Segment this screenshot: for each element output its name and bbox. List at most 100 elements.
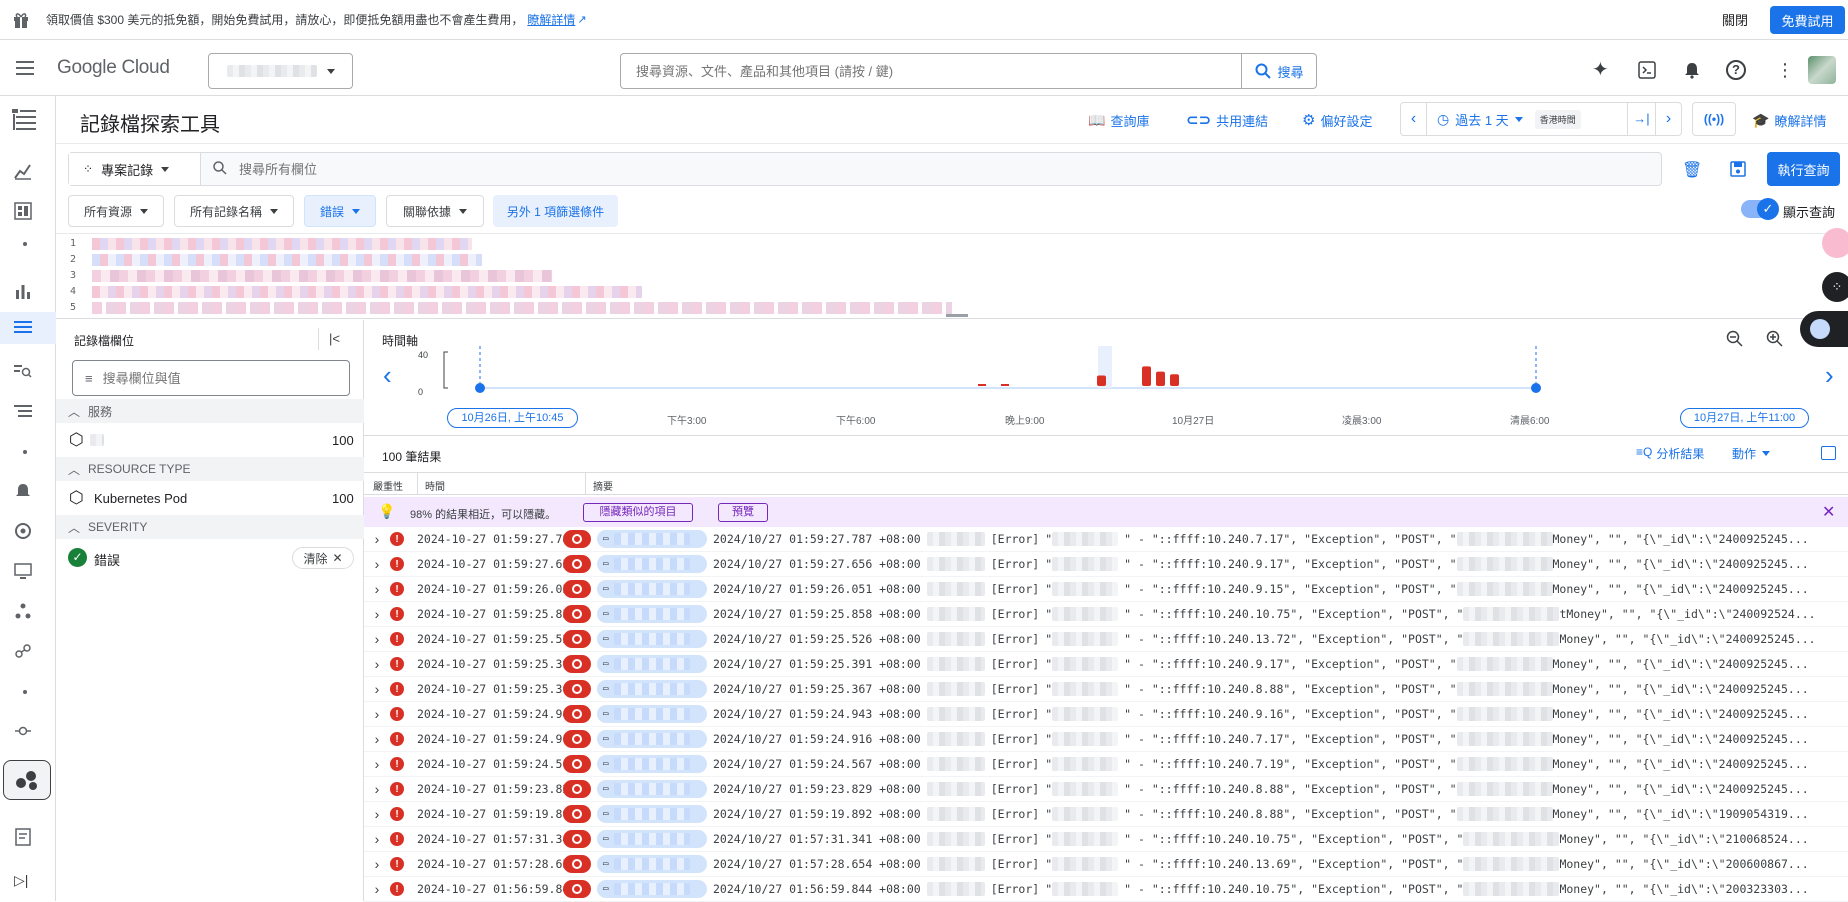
resource-chip[interactable]: ▭: [597, 705, 707, 723]
error-reporting-icon[interactable]: [563, 755, 591, 773]
range-handle[interactable]: [1531, 383, 1541, 393]
error-reporting-icon[interactable]: [563, 555, 591, 573]
expand-row-icon[interactable]: ›: [364, 681, 390, 697]
resource-chip[interactable]: ▭: [597, 880, 707, 898]
query-editor[interactable]: 12345: [56, 233, 1848, 319]
error-reporting-icon[interactable]: [563, 830, 591, 848]
expand-row-icon[interactable]: ›: [364, 731, 390, 747]
filter-severity[interactable]: 錯誤: [304, 195, 376, 227]
expand-row-icon[interactable]: ›: [364, 881, 390, 897]
histogram-bar[interactable]: [1142, 366, 1151, 386]
help-icon[interactable]: ?: [1726, 60, 1746, 80]
log-entry-row[interactable]: ›! 2024-10-27 01:59:27.787 ▭ 2024/10/27 01:…: [364, 527, 1848, 552]
banner-dismiss-button[interactable]: 關閉: [1722, 10, 1748, 29]
expand-row-icon[interactable]: ›: [364, 781, 390, 797]
bell-icon[interactable]: [14, 482, 34, 502]
column-time[interactable]: 時間: [425, 478, 445, 493]
log-entry-row[interactable]: ›! 2024-10-27 01:59:25.391 ▭ 2024/10/27 01:…: [364, 652, 1848, 677]
histogram-bar[interactable]: [1097, 375, 1106, 386]
log-entry-row[interactable]: ›! 2024-10-27 01:59:24.916 ▭ 2024/10/27 01:…: [364, 727, 1848, 752]
dashboard-icon[interactable]: [14, 202, 34, 222]
global-search-input[interactable]: [621, 54, 1241, 88]
resource-chip[interactable]: ▭: [597, 655, 707, 673]
field-search-input[interactable]: [239, 153, 1239, 185]
timeline-histogram[interactable]: [400, 346, 1820, 406]
gemini-icon[interactable]: ✦: [1592, 60, 1612, 80]
log-entry-row[interactable]: ›! 2024-10-27 01:59:25.858 ▭ 2024/10/27 01:…: [364, 602, 1848, 627]
field-value-severity[interactable]: ✓ 錯誤 清除 ✕: [56, 544, 364, 572]
expand-row-icon[interactable]: ›: [364, 581, 390, 597]
expand-row-icon[interactable]: ›: [364, 656, 390, 672]
error-reporting-icon[interactable]: [563, 630, 591, 648]
main-menu-icon[interactable]: [16, 58, 36, 78]
section-resource-type[interactable]: ︿ RESOURCE TYPE: [56, 457, 364, 481]
expand-row-icon[interactable]: ›: [364, 756, 390, 772]
expand-row-icon[interactable]: ›: [364, 606, 390, 622]
expand-row-icon[interactable]: ›: [364, 531, 390, 547]
query-library-button[interactable]: 📖 查詢庫: [1088, 108, 1149, 132]
error-reporting-icon[interactable]: [563, 605, 591, 623]
save-icon[interactable]: [1730, 161, 1746, 177]
log-entry-row[interactable]: ›! 2024-10-27 01:57:31.341 ▭ 2024/10/27 01:…: [364, 827, 1848, 852]
filter-more[interactable]: 另外 1 項篩選條件: [493, 195, 618, 227]
google-cloud-logo[interactable]: Google Cloud: [57, 57, 170, 79]
log-entry-row[interactable]: ›! 2024-10-27 01:59:27.656 ▭ 2024/10/27 01:…: [364, 552, 1848, 577]
chevron-left-icon[interactable]: ‹: [1401, 103, 1427, 135]
resource-chip[interactable]: ▭: [597, 805, 707, 823]
histogram-bar[interactable]: [1170, 374, 1179, 386]
more-vert-icon[interactable]: ⋮: [1776, 60, 1794, 80]
filter-correlate-by[interactable]: 關聯依據: [386, 195, 484, 227]
preview-button[interactable]: 預覽: [718, 503, 768, 522]
analyze-results-button[interactable]: ≡Q 分析結果: [1636, 445, 1704, 462]
range-handle[interactable]: [475, 383, 485, 393]
search-button[interactable]: 搜尋: [1241, 54, 1317, 88]
collapse-panel-icon[interactable]: |<: [318, 328, 340, 350]
pinned-product-icon[interactable]: [3, 760, 51, 800]
timeline-end-chip[interactable]: 10月27日, 上午11:00: [1680, 408, 1809, 428]
route-icon[interactable]: [14, 722, 34, 742]
section-service[interactable]: ︿ 服務: [56, 399, 364, 423]
error-reporting-icon[interactable]: [563, 880, 591, 898]
column-severity[interactable]: 嚴重性: [373, 478, 403, 493]
stream-logs-button[interactable]: ((•)): [1692, 102, 1736, 136]
metrics-icon[interactable]: [14, 162, 34, 182]
resource-chip[interactable]: ▭: [597, 830, 707, 848]
resource-chip[interactable]: ▭: [597, 630, 707, 648]
close-icon[interactable]: ✕: [1822, 502, 1835, 522]
timeline-next-icon[interactable]: ›: [1825, 362, 1834, 388]
learn-more-button[interactable]: 🎓 瞭解詳情: [1752, 108, 1826, 132]
expand-row-icon[interactable]: ›: [364, 631, 390, 647]
list-icon[interactable]: [14, 318, 34, 338]
log-entry-row[interactable]: ›! 2024-10-27 01:59:24.943 ▭ 2024/10/27 01:…: [364, 702, 1848, 727]
free-trial-button[interactable]: 免費試用: [1770, 6, 1845, 34]
timeline-prev-icon[interactable]: ‹: [383, 362, 392, 388]
error-reporting-icon[interactable]: [563, 730, 591, 748]
column-summary[interactable]: 摘要: [593, 478, 613, 493]
clear-severity-button[interactable]: 清除 ✕: [292, 547, 354, 569]
log-entry-row[interactable]: ›! 2024-10-27 01:57:28.654 ▭ 2024/10/27 01:…: [364, 852, 1848, 877]
show-query-toggle[interactable]: ✓: [1741, 198, 1779, 220]
project-picker[interactable]: [208, 53, 353, 89]
side-panel-avatar-icon[interactable]: [1822, 228, 1848, 258]
actions-menu[interactable]: 動作: [1732, 445, 1771, 462]
expand-nav-icon[interactable]: ▷|: [14, 872, 34, 892]
preferences-button[interactable]: ⚙ 偏好設定: [1302, 108, 1372, 132]
error-reporting-icon[interactable]: [563, 655, 591, 673]
log-search-icon[interactable]: [14, 362, 34, 382]
error-reporting-icon[interactable]: [563, 805, 591, 823]
fullscreen-icon[interactable]: [1821, 446, 1836, 460]
error-reporting-icon[interactable]: [563, 855, 591, 873]
filter-all-log-names[interactable]: 所有記錄名稱: [174, 195, 294, 227]
scope-selector[interactable]: ⁘ 專案記錄: [69, 153, 201, 185]
delete-icon[interactable]: 🗑: [1682, 160, 1702, 180]
nodes-icon[interactable]: [14, 602, 34, 622]
log-entry-row[interactable]: ›! 2024-10-27 01:59:25.526 ▭ 2024/10/27 01:…: [364, 627, 1848, 652]
resource-chip[interactable]: ▭: [597, 680, 707, 698]
resource-chip[interactable]: ▭: [597, 555, 707, 573]
error-reporting-icon[interactable]: [563, 530, 591, 548]
run-query-button[interactable]: 執行查詢: [1767, 152, 1840, 186]
log-entry-row[interactable]: ›! 2024-10-27 01:59:23.829 ▭ 2024/10/27 01:…: [364, 777, 1848, 802]
resource-chip[interactable]: ▭: [597, 605, 707, 623]
expand-row-icon[interactable]: ›: [364, 806, 390, 822]
error-reporting-icon[interactable]: [563, 780, 591, 798]
